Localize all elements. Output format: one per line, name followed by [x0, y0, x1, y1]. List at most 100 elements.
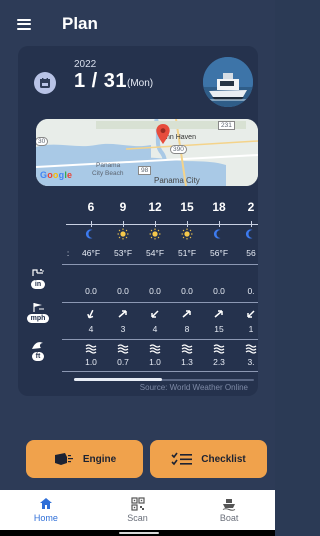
- forecast-scrollbar-thumb[interactable]: [74, 378, 162, 381]
- home-icon: [39, 498, 52, 509]
- wave-height-value: 1.0: [149, 357, 161, 367]
- engine-button[interactable]: Engine: [26, 440, 143, 478]
- temperature-value: 53°F: [113, 248, 133, 258]
- bottom-navigation: Home Scan Boat: [0, 490, 275, 530]
- hour-label: 2: [247, 200, 255, 214]
- wave-height-row: 1.0 0.7 1.0 1.3 2.3 3.: [18, 357, 258, 369]
- nav-label-boat: Boat: [219, 513, 239, 523]
- wave-height-value: 0.7: [117, 357, 129, 367]
- precipitation-icon: [32, 269, 44, 276]
- nav-item-boat[interactable]: Boat: [183, 490, 275, 530]
- precipitation-value: 0.0: [149, 286, 161, 296]
- precipitation-value: 0.0: [213, 286, 225, 296]
- wave-height-value: 3.: [247, 357, 255, 367]
- waves-icon: [181, 344, 193, 354]
- wind-arrow-icon: [214, 310, 223, 318]
- wind-arrow-icon: [118, 310, 127, 318]
- precipitation-value: 0.0: [181, 286, 193, 296]
- map-label-panama-city: Panama City: [154, 176, 200, 185]
- wind-speed-value: 8: [184, 324, 190, 334]
- weather-icons-row: [18, 228, 258, 242]
- waves-icon: [149, 344, 161, 354]
- moon-icon: [213, 229, 221, 239]
- engine-icon: [54, 453, 73, 465]
- sun-icon: [149, 228, 161, 240]
- precipitation-value: 0.0: [85, 286, 97, 296]
- moon-icon: [245, 229, 253, 239]
- checklist-button[interactable]: Checklist: [150, 440, 267, 478]
- waves-icon: [85, 344, 97, 354]
- wind-speed-value: 4: [88, 324, 94, 334]
- hour-label: 12: [148, 200, 162, 214]
- hour-label: 9: [119, 200, 127, 214]
- boat-photo[interactable]: [203, 57, 253, 107]
- temperature-value: :: [66, 248, 70, 258]
- hour-label: 18: [212, 200, 226, 214]
- hour-label: 15: [180, 200, 194, 214]
- wind-speed-value: 1: [248, 324, 254, 334]
- hour-label: 6: [87, 200, 95, 214]
- engine-button-label: Engine: [82, 453, 117, 465]
- temperature-value: 46°F: [81, 248, 101, 258]
- wave-height-value: 1.3: [181, 357, 193, 367]
- nav-label-scan: Scan: [127, 513, 148, 523]
- checklist-button-label: Checklist: [201, 453, 246, 465]
- wind-speed-value: 3: [120, 324, 126, 334]
- menu-icon: [17, 18, 31, 30]
- plan-screen: Plan 2022 1 / 31 (Mon) nn Haven Panama C…: [0, 0, 275, 536]
- sun-icon: [181, 228, 193, 240]
- nav-item-scan[interactable]: Scan: [92, 490, 184, 530]
- waves-icon: [117, 344, 129, 354]
- plan-card: 2022 1 / 31 (Mon) nn Haven Panama City B…: [18, 46, 258, 396]
- app-header: Plan: [0, 0, 275, 48]
- qr-code-icon: [130, 497, 145, 511]
- map-road-98: 98: [138, 166, 152, 175]
- system-home-indicator: [0, 530, 275, 536]
- boat-icon: [222, 499, 236, 511]
- precipitation-value: 0.0: [117, 286, 129, 296]
- wind-arrow-icon: [182, 310, 191, 318]
- sun-icon: [117, 228, 129, 240]
- date-section: 2022 1 / 31 (Mon): [18, 46, 258, 114]
- calendar-icon[interactable]: [34, 72, 56, 94]
- location-map[interactable]: nn Haven Panama City Beach Panama City 2…: [36, 119, 258, 186]
- google-logo: Google: [40, 170, 73, 180]
- temperature-value: 54°F: [145, 248, 165, 258]
- data-source-label: Source: World Weather Online: [139, 383, 248, 392]
- temperature-row: : 46°F 53°F 54°F 51°F 56°F 56: [18, 248, 258, 260]
- page-title: Plan: [62, 14, 98, 33]
- precipitation-row: 0.0 0.0 0.0 0.0 0.0 0.: [18, 286, 258, 298]
- menu-button[interactable]: [0, 0, 48, 48]
- day-of-week: (Mon): [127, 78, 154, 89]
- wind-arrow-icon: [247, 310, 255, 318]
- wave-icons-row: [18, 343, 258, 355]
- precipitation-value: 0.: [247, 286, 255, 296]
- waves-icon: [213, 344, 225, 354]
- map-label-haven: nn Haven: [166, 134, 196, 141]
- wind-direction-row: [18, 308, 258, 320]
- map-label-panama: Panama: [96, 162, 121, 169]
- location-pin-icon[interactable]: [156, 124, 170, 144]
- map-road-30: 30: [36, 137, 49, 146]
- nav-item-home[interactable]: Home: [0, 490, 92, 530]
- wind-speed-row: 4 3 4 8 15 1: [18, 324, 258, 336]
- time-axis: [66, 224, 258, 225]
- temperature-value: 51°F: [177, 248, 197, 258]
- checklist-icon: [171, 452, 193, 466]
- temperature-value: 56: [246, 248, 256, 258]
- wind-speed-value: 4: [152, 324, 158, 334]
- nav-label-home: Home: [33, 513, 58, 523]
- year-label: 2022: [74, 59, 97, 70]
- waves-icon: [245, 344, 257, 354]
- map-road-231: 231: [218, 121, 235, 130]
- map-label-city-beach: City Beach: [92, 170, 124, 177]
- forecast-hours: 6 9 12 15 18 2: [18, 200, 258, 218]
- wave-height-value: 1.0: [85, 357, 97, 367]
- wind-arrow-icon: [151, 310, 159, 318]
- moon-icon: [85, 229, 93, 239]
- date-label[interactable]: 1 / 31: [74, 70, 127, 93]
- wind-arrow-icon: [87, 309, 94, 319]
- map-road-390: 390: [170, 145, 187, 154]
- wind-speed-value: 15: [214, 324, 224, 334]
- wave-height-value: 2.3: [213, 357, 225, 367]
